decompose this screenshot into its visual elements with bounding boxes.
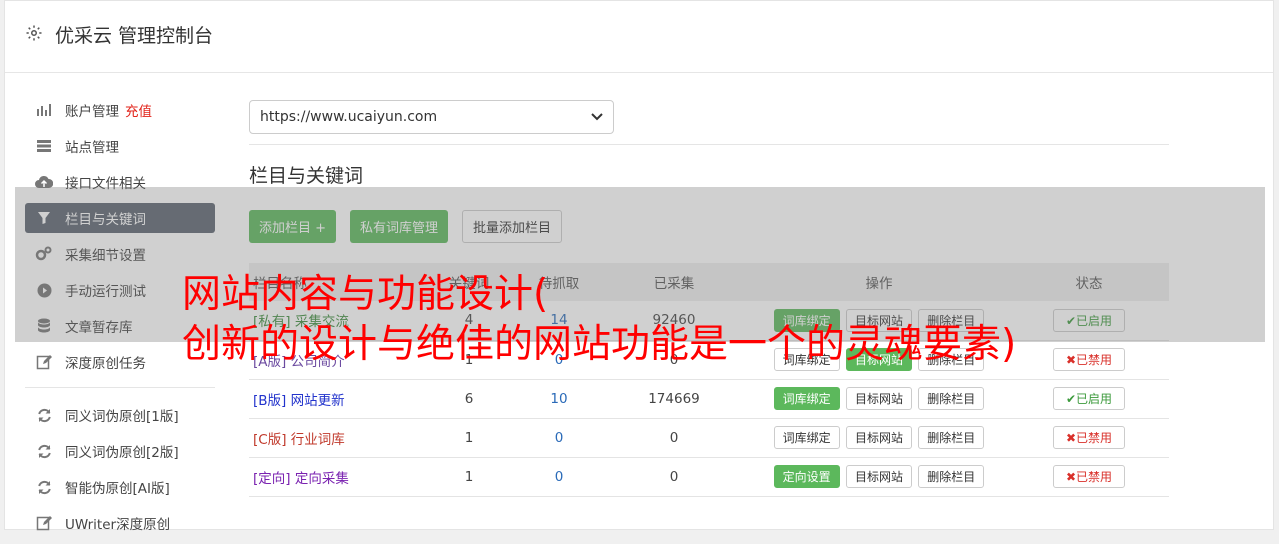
column-name-cell[interactable]: [定向] 定向采集 xyxy=(249,457,419,496)
status-toggle[interactable]: ✖已禁用 xyxy=(1053,426,1125,449)
delete-column-button[interactable]: 删除栏目 xyxy=(918,426,985,449)
server-icon xyxy=(35,137,53,155)
sidebar-item-synonym-v1[interactable]: 同义词伪原创[1版] xyxy=(25,400,215,430)
pending-count: 10 xyxy=(550,390,568,407)
edit-icon xyxy=(35,514,53,532)
status-cell: ✔已启用 xyxy=(1009,379,1169,418)
actions-cell: 词库绑定 目标网站 删除栏目 xyxy=(749,418,1009,457)
sidebar-item-account[interactable]: 账户管理 充值 xyxy=(25,95,215,125)
caption-overlay-text: 网站内容与功能设计( 创新的设计与绝佳的网站功能是一个的灵魂要素) xyxy=(182,270,1016,370)
target-site-button[interactable]: 目标网站 xyxy=(845,426,912,449)
sidebar-item-ai-rewrite[interactable]: 智能伪原创[AI版] xyxy=(25,472,215,502)
sidebar-item-label: 智能伪原创[AI版] xyxy=(65,481,170,497)
table-row: [B版] 网站更新 6 10 174669 词库绑定 目标网站 删除栏目 ✔已启… xyxy=(249,379,1169,418)
table-row: [定向] 定向采集 1 0 0 定向设置 目标网站 删除栏目 ✖已禁用 xyxy=(249,457,1169,496)
sidebar-item-label: 深度原创任务 xyxy=(65,356,146,372)
sidebar-item-label: UWriter深度原创 xyxy=(65,517,171,533)
column-name-cell[interactable]: [C版] 行业词库 xyxy=(249,418,419,457)
sidebar-item-sites[interactable]: 站点管理 xyxy=(25,131,215,161)
collected-count: 0 xyxy=(669,429,679,446)
target-site-button[interactable]: 目标网站 xyxy=(845,465,912,488)
refresh-icon xyxy=(35,478,53,496)
pending-count: 0 xyxy=(554,468,564,485)
status-toggle[interactable]: ✖已禁用 xyxy=(1053,348,1125,371)
targeted-settings-button[interactable]: 定向设置 xyxy=(773,465,840,488)
column-name: 定向采集 xyxy=(294,470,349,487)
bind-library-button[interactable]: 词库绑定 xyxy=(773,387,840,410)
sidebar-divider xyxy=(25,387,215,388)
actions-cell: 词库绑定 目标网站 删除栏目 xyxy=(749,379,1009,418)
bind-library-button[interactable]: 词库绑定 xyxy=(773,426,840,449)
collected-count: 0 xyxy=(669,468,679,485)
table-row: [C版] 行业词库 1 0 0 词库绑定 目标网站 删除栏目 ✖已禁用 xyxy=(249,418,1169,457)
column-name: 行业词库 xyxy=(290,431,345,448)
status-toggle[interactable]: ✖已禁用 xyxy=(1053,465,1125,488)
gear-icon xyxy=(26,25,42,41)
status-cell: ✖已禁用 xyxy=(1009,457,1169,496)
divider xyxy=(249,144,1169,145)
recharge-link[interactable]: 充值 xyxy=(125,100,152,120)
sidebar-item-label: 同义词伪原创[2版] xyxy=(65,445,179,461)
column-tag: [定向] xyxy=(253,470,291,487)
column-tag: [C版] xyxy=(253,431,287,448)
refresh-icon xyxy=(35,406,53,424)
page-title: 优采云 管理控制台 xyxy=(55,25,214,47)
sidebar-item-synonym-v2[interactable]: 同义词伪原创[2版] xyxy=(25,436,215,466)
keyword-count: 1 xyxy=(464,468,474,485)
column-name: 网站更新 xyxy=(290,392,345,409)
collected-count: 174669 xyxy=(648,390,700,407)
sidebar-item-label: 同义词伪原创[1版] xyxy=(65,409,179,425)
actions-cell: 定向设置 目标网站 删除栏目 xyxy=(749,457,1009,496)
chevron-down-icon xyxy=(591,113,603,121)
sidebar-item-label: 账户管理 xyxy=(65,104,119,120)
delete-column-button[interactable]: 删除栏目 xyxy=(918,387,985,410)
column-name-cell[interactable]: [B版] 网站更新 xyxy=(249,379,419,418)
sidebar-item-label: 站点管理 xyxy=(65,140,119,156)
top-bar: 优采云 管理控制台 xyxy=(5,1,1273,73)
status-cell: ✖已禁用 xyxy=(1009,418,1169,457)
keyword-count: 1 xyxy=(464,429,474,446)
section-title: 栏目与关键词 xyxy=(249,165,364,187)
target-site-button[interactable]: 目标网站 xyxy=(845,387,912,410)
site-select[interactable]: https://www.ucaiyun.com xyxy=(249,100,614,134)
delete-column-button[interactable]: 删除栏目 xyxy=(918,465,985,488)
refresh-icon xyxy=(35,442,53,460)
pending-count: 0 xyxy=(554,429,564,446)
status-toggle[interactable]: ✔已启用 xyxy=(1053,387,1125,410)
status-cell: ✖已禁用 xyxy=(1009,340,1169,379)
edit-icon xyxy=(35,353,53,371)
caption-line-2: 创新的设计与绝佳的网站功能是一个的灵魂要素) xyxy=(182,322,1017,367)
caption-line-1: 网站内容与功能设计( xyxy=(182,272,549,317)
sidebar-item-uwriter[interactable]: UWriter深度原创 xyxy=(25,508,215,538)
keyword-count: 6 xyxy=(464,390,474,407)
bar-chart-icon xyxy=(35,101,53,119)
site-select-value: https://www.ucaiyun.com xyxy=(260,109,438,125)
column-tag: [B版] xyxy=(253,392,287,409)
